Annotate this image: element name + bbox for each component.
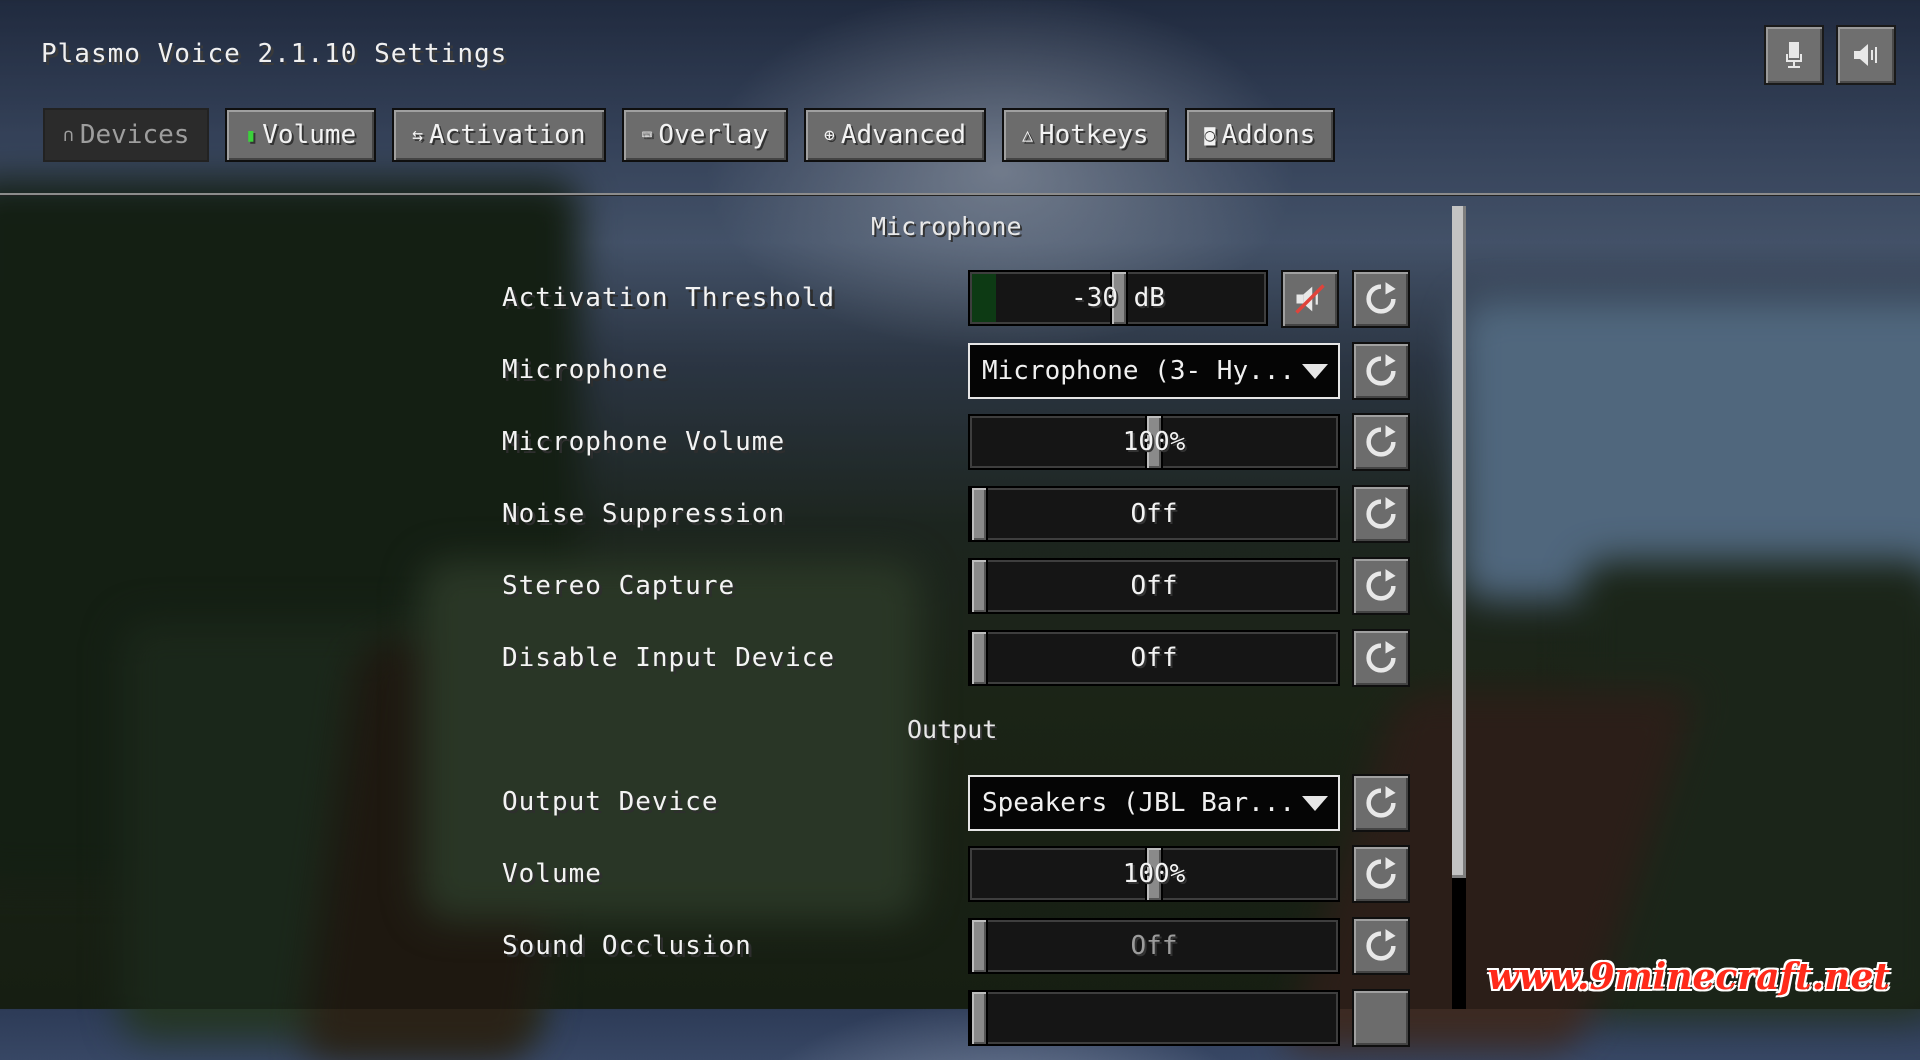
- microphone-icon: [1786, 42, 1802, 68]
- tab-label: Advanced: [840, 120, 967, 150]
- monitor-icon: ⌨: [641, 124, 653, 146]
- scrollbar-thumb[interactable]: [1452, 206, 1466, 878]
- output-volume-value: 100%: [1122, 859, 1186, 889]
- microphone-volume-value: 100%: [1122, 427, 1186, 457]
- tab-hotkeys[interactable]: △ Hotkeys: [1002, 108, 1169, 162]
- reset-button[interactable]: [1352, 989, 1410, 1047]
- disable-input-device-toggle[interactable]: Off: [968, 630, 1340, 686]
- reset-icon: [1366, 497, 1396, 529]
- addons-icon: ◙: [1204, 124, 1216, 146]
- toggle-handle[interactable]: [970, 486, 988, 542]
- volume-label: Volume: [502, 859, 602, 889]
- disable-input-device-value: Off: [1130, 643, 1178, 673]
- stereo-capture-toggle[interactable]: Off: [968, 558, 1340, 614]
- microphone-label: Microphone: [502, 355, 669, 385]
- reset-button[interactable]: [1352, 413, 1410, 471]
- reset-icon: [1366, 425, 1396, 457]
- tab-label: Addons: [1221, 120, 1316, 150]
- output-device-selected-value: Speakers (JBL Bar...: [982, 788, 1296, 818]
- section-heading-output: Output: [907, 715, 998, 744]
- microphone-volume-slider[interactable]: 100%: [968, 414, 1340, 470]
- activation-threshold-slider[interactable]: -30 dB: [968, 270, 1268, 326]
- advanced-icon: ⊕: [824, 124, 835, 146]
- stereo-capture-value: Off: [1130, 571, 1178, 601]
- sound-occlusion-value: Off: [1130, 931, 1178, 961]
- reset-button[interactable]: [1352, 342, 1410, 400]
- chevron-down-icon: [1302, 364, 1328, 379]
- toggle-handle[interactable]: [970, 558, 988, 614]
- noise-suppression-toggle[interactable]: Off: [968, 486, 1340, 542]
- tab-volume[interactable]: ▮ Volume: [225, 108, 377, 162]
- threshold-value: -30 dB: [1071, 283, 1165, 313]
- threshold-level-fill: [972, 274, 996, 322]
- reset-button[interactable]: [1352, 774, 1410, 832]
- chevron-down-icon: [1302, 796, 1328, 811]
- reset-icon: [1366, 929, 1396, 961]
- speaker-icon: [1854, 44, 1877, 66]
- tab-advanced[interactable]: ⊕ Advanced: [804, 108, 987, 162]
- toggle-handle[interactable]: [970, 918, 988, 974]
- reset-button[interactable]: [1352, 557, 1410, 615]
- noise-suppression-value: Off: [1130, 499, 1178, 529]
- sound-occlusion-toggle[interactable]: Off: [968, 918, 1340, 974]
- output-device-dropdown[interactable]: Speakers (JBL Bar...: [968, 775, 1340, 831]
- microphone-dropdown[interactable]: Microphone (3- Hy...: [968, 343, 1340, 399]
- toggle-handle[interactable]: [970, 990, 988, 1046]
- tab-label: Overlay: [658, 120, 768, 150]
- output-volume-slider[interactable]: 100%: [968, 846, 1340, 902]
- tab-label: Activation: [429, 120, 586, 150]
- tab-devices[interactable]: ∩ Devices: [43, 108, 210, 162]
- disable-input-device-label: Disable Input Device: [502, 643, 836, 673]
- toggle-handle[interactable]: [970, 630, 988, 686]
- reset-button[interactable]: [1352, 629, 1410, 687]
- activation-threshold-label: Activation Threshold: [502, 283, 836, 313]
- section-heading-microphone: Microphone: [871, 212, 1022, 241]
- tab-label: Hotkeys: [1038, 120, 1149, 150]
- reset-icon: [1366, 569, 1396, 601]
- screen-title: Plasmo Voice 2.1.10 Settings: [41, 39, 508, 69]
- speaker-toggle-button[interactable]: [1836, 25, 1896, 85]
- reset-icon: [1366, 641, 1396, 673]
- tab-label: Volume: [262, 120, 357, 150]
- reset-icon: [1366, 786, 1396, 818]
- tab-activation[interactable]: ⇆ Activation: [392, 108, 606, 162]
- reset-button[interactable]: [1352, 485, 1410, 543]
- volume-bars-icon: ▮: [245, 124, 257, 146]
- speaker-muted-icon: [1295, 284, 1325, 314]
- tab-label: Devices: [79, 120, 190, 150]
- microphone-volume-label: Microphone Volume: [502, 427, 786, 457]
- watermark: www.9minecraft.net: [1487, 956, 1890, 998]
- threshold-mute-button[interactable]: [1281, 270, 1339, 328]
- tab-bar: ∩ Devices ▮ Volume ⇆ Activation ⌨ Overla…: [43, 108, 1336, 162]
- microphone-toggle-button[interactable]: [1764, 25, 1824, 85]
- reset-icon: [1366, 282, 1396, 314]
- reset-button[interactable]: [1352, 845, 1410, 903]
- reset-button[interactable]: [1352, 270, 1410, 328]
- header-divider: [0, 193, 1920, 195]
- output-device-label: Output Device: [502, 787, 719, 817]
- stereo-capture-label: Stereo Capture: [502, 571, 736, 601]
- headphones-icon: ∩: [63, 124, 74, 146]
- reset-icon: [1366, 857, 1396, 889]
- tab-overlay[interactable]: ⌨ Overlay: [621, 108, 788, 162]
- reset-button[interactable]: [1352, 917, 1410, 975]
- next-row-control[interactable]: [968, 990, 1340, 1046]
- reset-icon: [1366, 354, 1396, 386]
- noise-suppression-label: Noise Suppression: [502, 499, 786, 529]
- sound-occlusion-label: Sound Occlusion: [502, 931, 752, 961]
- microphone-selected-value: Microphone (3- Hy...: [982, 356, 1296, 386]
- activation-icon: ⇆: [412, 124, 424, 146]
- hotkey-icon: △: [1022, 124, 1033, 146]
- tab-addons[interactable]: ◙ Addons: [1184, 108, 1336, 162]
